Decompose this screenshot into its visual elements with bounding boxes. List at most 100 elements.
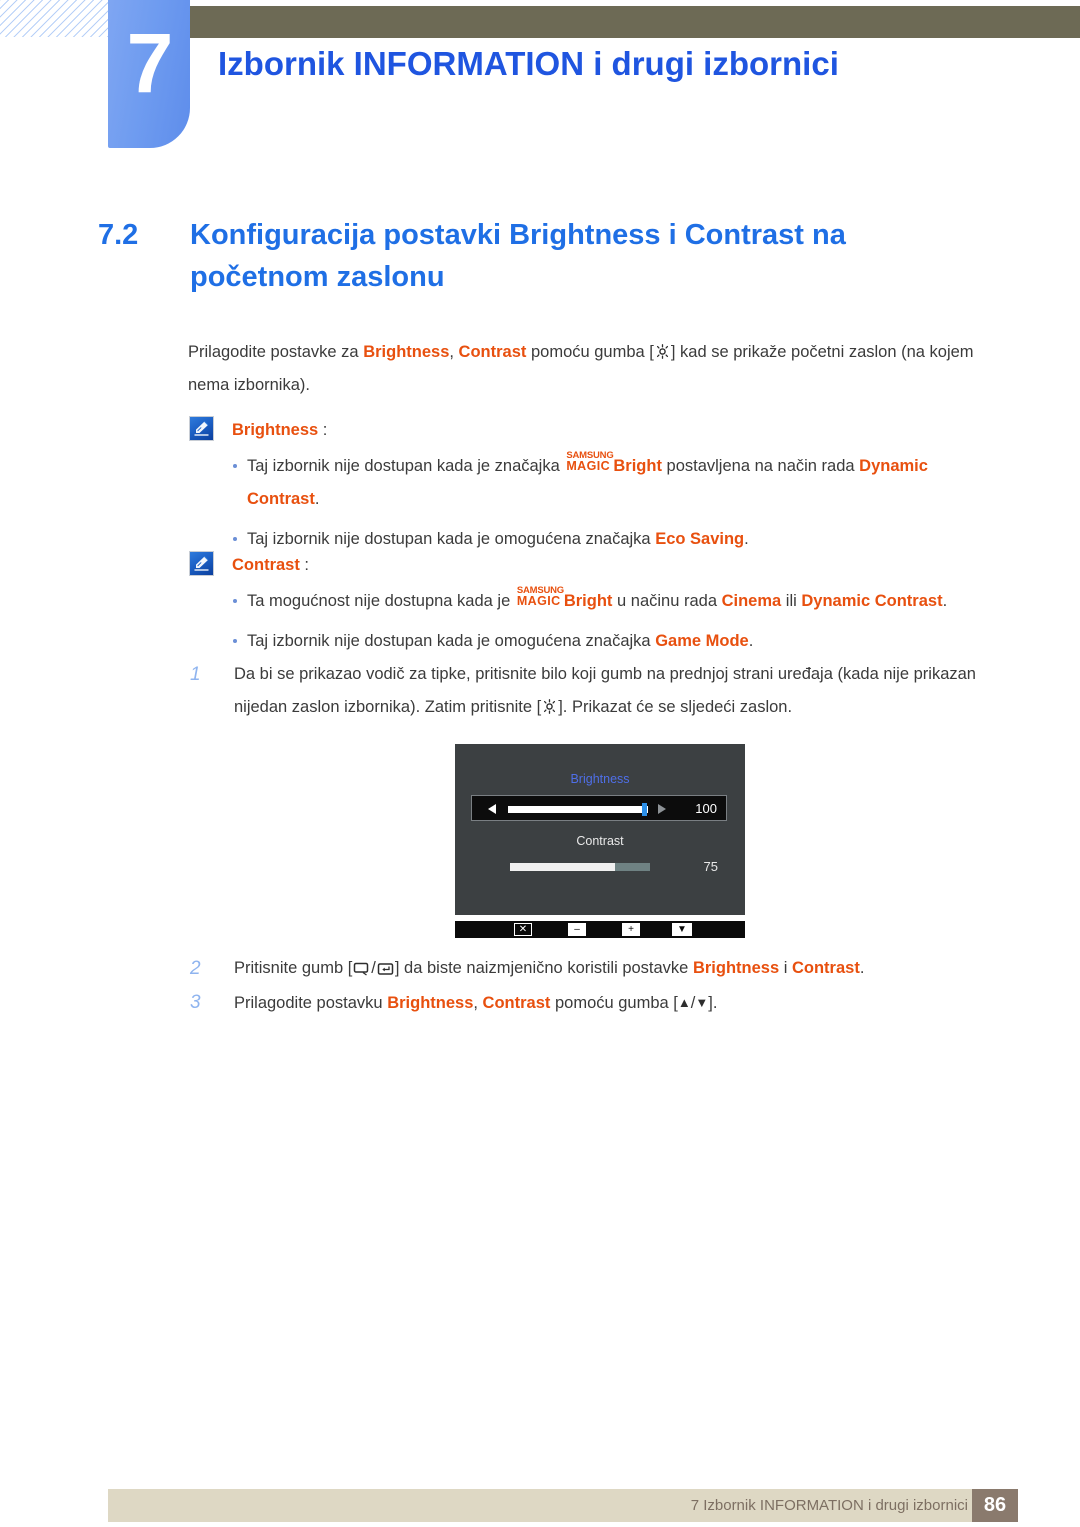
step-text-pre: Prilagodite postavku xyxy=(234,994,388,1012)
note-heading-brightness: Brightness : xyxy=(232,418,327,442)
bullet-text: Taj izbornik nije dostupan kada je omogu… xyxy=(247,632,753,650)
note-brightness-bullets: Taj izbornik nije dostupan kada je znača… xyxy=(195,450,995,556)
decorative-hatch-pattern xyxy=(0,0,108,37)
header-olive-bar xyxy=(190,6,1080,38)
list-item: Taj izbornik nije dostupan kada je omogu… xyxy=(195,523,995,556)
minus-icon: – xyxy=(568,923,586,936)
arrow-down-icon: ▼ xyxy=(695,995,709,1010)
chevron-down-icon: ▼ xyxy=(672,923,692,936)
list-item: Taj izbornik nije dostupan kada je omogu… xyxy=(195,625,995,658)
bullet-dot-icon xyxy=(233,599,237,603)
arrow-up-icon: ▲ xyxy=(677,995,691,1010)
section-title: Konfiguracija postavki Brightness i Cont… xyxy=(190,214,950,298)
osd-contrast-value: 75 xyxy=(703,859,718,874)
intro-text-part2: pomoću gumba [ xyxy=(526,343,654,361)
bullet-dot-icon xyxy=(233,537,237,541)
brightness-sun-icon xyxy=(655,344,670,359)
intro-comma: , xyxy=(449,343,459,361)
slider-track xyxy=(508,806,648,813)
bullet-text: Taj izbornik nije dostupan kada je znača… xyxy=(247,451,928,509)
step-1: 1 Da bi se prikazao vodič za tipke, prit… xyxy=(190,658,990,724)
step-text-post: ]. xyxy=(708,994,718,1012)
step-text-post: ]. Prikazat će se sljedeći zaslon. xyxy=(558,698,793,716)
list-item: Taj izbornik nije dostupan kada je znača… xyxy=(195,450,995,516)
osd-brightness-label: Brightness xyxy=(570,772,630,786)
step-text-pre: Pritisnite gumb [ xyxy=(234,959,353,977)
note-heading-contrast-text: Contrast xyxy=(232,556,300,574)
step-keyword-contrast: Contrast xyxy=(482,994,551,1012)
bullet-keyword-cinema: Cinema xyxy=(721,592,782,610)
step-keyword-brightness: Brightness xyxy=(692,959,780,977)
step-separator: / xyxy=(371,959,376,977)
note-pencil-icon xyxy=(189,551,214,576)
page-number: 86 xyxy=(972,1489,1018,1522)
document-page: 7 Izbornik INFORMATION i drugi izbornici… xyxy=(0,0,1080,1527)
brightness-sun-icon xyxy=(542,699,557,714)
magic-bright-word: Bright xyxy=(613,457,662,475)
section-heading: 7.2 Konfiguracija postavki Brightness i C… xyxy=(98,214,1028,298)
note-pencil-icon xyxy=(189,416,214,441)
enter-button-icon xyxy=(377,962,394,976)
step-number: 1 xyxy=(190,664,201,685)
bullet-text-mid: postavljena na način rada xyxy=(661,457,860,475)
samsung-magic-logo: SAMSUNG MAGIC xyxy=(566,451,613,474)
osd-brightness-value: 100 xyxy=(695,801,717,816)
osd-contrast-label: Contrast xyxy=(576,834,624,848)
bullet-text-pre: Ta mogućnost nije dostupna kada je xyxy=(247,592,515,610)
chapter-title: Izbornik INFORMATION i drugi izbornici xyxy=(218,45,839,82)
bullet-text: Taj izbornik nije dostupan kada je omogu… xyxy=(247,530,749,548)
osd-down-button[interactable]: ▼ xyxy=(668,923,696,936)
slider-right-arrow-icon[interactable] xyxy=(658,804,666,814)
osd-screenshot: Brightness 100 Contrast 75 ✕ – + ▼ xyxy=(455,744,745,938)
close-icon: ✕ xyxy=(513,923,533,936)
section-number: 7.2 xyxy=(98,219,139,251)
samsung-magic-bottom: MAGIC xyxy=(566,459,611,473)
samsung-magic-logo: SAMSUNG MAGIC xyxy=(516,586,564,609)
step-comma: , xyxy=(473,994,483,1012)
intro-text-part1: Prilagodite postavke za xyxy=(188,343,364,361)
osd-close-button[interactable]: ✕ xyxy=(509,923,537,936)
bullet-text-post: . xyxy=(314,490,320,508)
osd-panel: Brightness 100 Contrast 75 xyxy=(455,744,745,915)
step-number: 2 xyxy=(190,958,201,979)
footer-text: 7 Izbornik INFORMATION i drugi izbornici xyxy=(690,1497,968,1514)
section-title-line1: Konfiguracija postavki Brightness i Cont… xyxy=(190,219,846,251)
bullet-dot-icon xyxy=(233,639,237,643)
bullet-text-pre: Taj izbornik nije dostupan kada je omogu… xyxy=(247,530,656,548)
monitor-button-icon xyxy=(353,962,370,976)
step-keyword-contrast: Contrast xyxy=(791,959,860,977)
osd-contrast-slider[interactable]: 75 xyxy=(471,858,727,878)
osd-brightness-slider[interactable]: 100 xyxy=(471,795,727,821)
chapter-number: 7 xyxy=(126,16,174,110)
step-text: Prilagodite postavku Brightness, Contras… xyxy=(234,986,990,1020)
step-text-mid: ] da biste naizmjenično koristili postav… xyxy=(394,959,693,977)
section-title-line2: početnom zaslonu xyxy=(190,261,445,293)
bullet-keyword-dynamic-contrast: Dynamic Contrast xyxy=(801,592,943,610)
bullet-keyword: Game Mode xyxy=(655,632,749,650)
bullet-text: Ta mogućnost nije dostupna kada je SAMSU… xyxy=(247,586,948,611)
bullet-dot-icon xyxy=(233,464,237,468)
bullet-text-mid2: ili xyxy=(781,592,802,610)
intro-keyword-contrast: Contrast xyxy=(458,343,527,361)
step-text-mid: pomoću gumba [ xyxy=(550,994,678,1012)
step-3: 3 Prilagodite postavku Brightness, Contr… xyxy=(190,986,990,1020)
plus-icon: + xyxy=(622,923,640,936)
list-item: Ta mogućnost nije dostupna kada je SAMSU… xyxy=(195,585,995,618)
osd-button-bar: ✕ – + ▼ xyxy=(455,921,745,938)
slider-knob[interactable] xyxy=(642,803,647,816)
bullet-text-post: . xyxy=(942,592,948,610)
step-number: 3 xyxy=(190,992,201,1013)
osd-plus-button[interactable]: + xyxy=(617,923,645,936)
note-contrast-bullets: Ta mogućnost nije dostupna kada je SAMSU… xyxy=(195,585,995,658)
bullet-keyword: Eco Saving xyxy=(655,530,745,548)
slider-left-arrow-icon[interactable] xyxy=(488,804,496,814)
samsung-magic-bottom: MAGIC xyxy=(516,594,561,608)
bullet-text-post: . xyxy=(748,632,754,650)
bullet-text-pre: Taj izbornik nije dostupan kada je znača… xyxy=(247,457,565,475)
step-text-post: . xyxy=(859,959,865,977)
note-heading-brightness-colon: : xyxy=(318,421,328,439)
intro-paragraph: Prilagodite postavke za Brightness, Cont… xyxy=(188,336,998,402)
note-heading-contrast: Contrast : xyxy=(232,553,309,577)
osd-minus-button[interactable]: – xyxy=(563,923,591,936)
footer-bar: 7 Izbornik INFORMATION i drugi izbornici… xyxy=(108,1489,1018,1522)
